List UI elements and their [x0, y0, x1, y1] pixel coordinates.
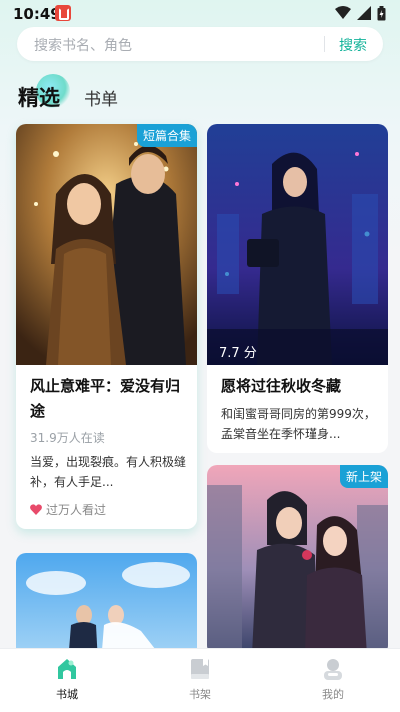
- book-readers: 31.9万人在读: [30, 431, 105, 445]
- book-card[interactable]: 新上架: [207, 465, 388, 655]
- book-score: 7.7 分: [219, 346, 257, 361]
- hot-badge: 过万人看过: [30, 500, 106, 518]
- profile-icon: [324, 659, 342, 680]
- nav-label: 书架: [189, 688, 211, 701]
- search-divider: [324, 36, 325, 52]
- tab-featured[interactable]: 精选: [18, 82, 60, 112]
- bottom-navigation: 书城 书架 我的: [0, 648, 400, 712]
- nav-item-bookshelf[interactable]: 书架: [160, 649, 240, 712]
- signal-icon: [357, 6, 371, 20]
- nav-label: 我的: [322, 688, 344, 701]
- app-notification-icon: [55, 5, 71, 21]
- search-bar[interactable]: 搜索书名、角色 搜索: [17, 27, 383, 61]
- system-icons: [335, 5, 386, 21]
- book-cover-image: [16, 124, 197, 365]
- heart-icon: [30, 503, 42, 515]
- book-card[interactable]: 短篇合集 风止意难平：爱没有归途 31.9万人在读 当爱，出现裂痕。有人积极缝补…: [16, 124, 197, 529]
- status-time: 10:49: [13, 5, 61, 23]
- nav-item-bookstore[interactable]: 书城: [27, 649, 107, 712]
- book-intro: 和闺蜜哥哥同房的第999次，孟棠音坐在季怀瑾身...: [221, 407, 376, 441]
- battery-icon: [377, 5, 386, 20]
- bookstore-icon: [58, 659, 76, 679]
- cover-illustration: [207, 465, 388, 655]
- status-bar: 10:49: [0, 0, 400, 28]
- tab-booklist[interactable]: 书单: [84, 85, 118, 110]
- cover-illustration: [16, 553, 197, 663]
- cover-illustration: [16, 124, 197, 365]
- book-cover-image: [16, 553, 197, 663]
- book-tag: 短篇合集: [136, 124, 197, 147]
- search-input[interactable]: 搜索书名、角色: [34, 35, 132, 55]
- book-intro: 当爱，出现裂痕。有人积极缝补，有人手足...: [30, 455, 187, 489]
- book-title: 愿将过往秋收冬藏: [221, 377, 342, 395]
- nav-label: 书城: [56, 688, 78, 701]
- book-cover-image: [207, 465, 388, 655]
- wifi-icon: [335, 6, 351, 19]
- book-cover-image: [207, 124, 388, 365]
- hot-label: 过万人看过: [46, 502, 107, 517]
- nav-item-profile[interactable]: 我的: [293, 649, 373, 712]
- category-tabs: 精选 书单: [0, 70, 400, 118]
- cover-illustration: [207, 124, 388, 365]
- search-button[interactable]: 搜索: [339, 35, 367, 55]
- book-card[interactable]: [16, 553, 197, 663]
- book-title: 风止意难平：爱没有归途: [30, 377, 181, 420]
- book-tag: 新上架: [339, 465, 388, 488]
- book-card[interactable]: 7.7 分 愿将过往秋收冬藏 和闺蜜哥哥同房的第999次，孟棠音坐在季怀瑾身..…: [207, 124, 388, 453]
- bookshelf-icon: [191, 659, 209, 679]
